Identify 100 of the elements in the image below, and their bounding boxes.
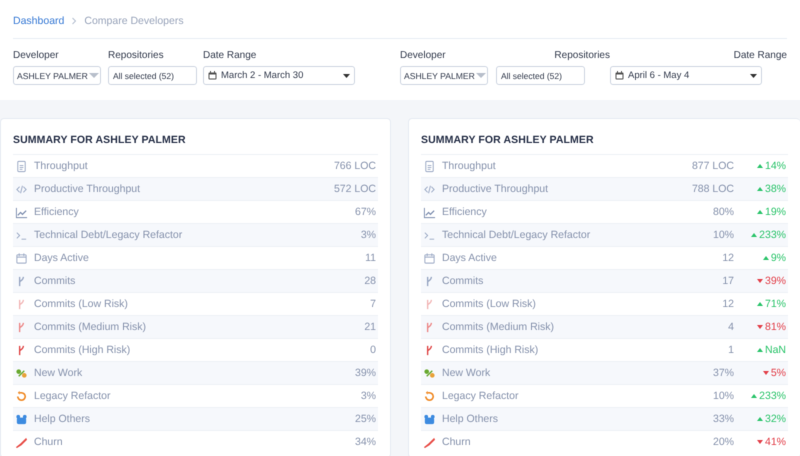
metric-value: 10% xyxy=(712,229,734,241)
metric-label: Throughput xyxy=(442,160,497,172)
chevron-icon xyxy=(70,16,78,24)
change-percent: 71% xyxy=(764,298,786,310)
metric-label: Commits xyxy=(34,275,76,287)
change-percent: 39% xyxy=(764,275,786,287)
metric-label: Commits (Low Risk) xyxy=(442,298,537,310)
summary-title: SUMMARY FOR ASHLEY PALMER xyxy=(13,133,187,148)
developer-select[interactable]: ASHLEY PALMER xyxy=(13,66,101,85)
metric-value: 766 LOC xyxy=(334,160,376,172)
metric-value: 33% xyxy=(712,413,734,425)
metric-value: 12 xyxy=(722,298,734,310)
change-percent: 233% xyxy=(759,229,786,241)
metric-value: 21 xyxy=(364,321,376,333)
metric-value: 11 xyxy=(365,252,376,264)
developer-select[interactable]: ASHLEY PALMER xyxy=(400,66,488,85)
metric-value: 39% xyxy=(354,367,376,379)
metric-label: Efficiency xyxy=(34,206,80,218)
metric-label: New Work xyxy=(442,367,492,379)
change-percent: 5% xyxy=(770,367,786,379)
change-percent: 14% xyxy=(764,160,786,172)
change-percent: 9% xyxy=(770,252,786,264)
metric-label: Days Active xyxy=(34,252,90,264)
metric-label: Productive Throughput xyxy=(442,183,550,195)
metric-label: Technical Debt/Legacy Refactor xyxy=(34,229,184,241)
metric-label: Throughput xyxy=(34,160,89,172)
metric-label: Legacy Refactor xyxy=(34,390,112,402)
metric-value: 25% xyxy=(354,413,376,425)
metric-value: 3% xyxy=(360,390,376,402)
metric-value: 572 LOC xyxy=(334,183,376,195)
calendar-icon xyxy=(615,71,624,80)
caret-icon xyxy=(750,74,757,78)
change-percent: 41% xyxy=(764,436,786,448)
change-percent: 233% xyxy=(759,390,786,402)
calendar-icon xyxy=(208,71,217,80)
code-icon xyxy=(15,182,28,196)
metric-value: 37% xyxy=(712,367,734,379)
caret-icon xyxy=(476,72,486,78)
filter-label: Date Range xyxy=(734,49,787,62)
metric-value: 67% xyxy=(354,206,376,218)
document-icon xyxy=(15,160,28,172)
breadcrumb-link[interactable]: Dashboard xyxy=(13,14,64,26)
calendar-icon xyxy=(15,252,28,264)
change-percent: 19% xyxy=(764,206,786,218)
metric-value: 1 xyxy=(728,344,734,356)
change-percent: 32% xyxy=(764,413,786,425)
metric-label: Commits (High Risk) xyxy=(442,344,540,356)
metric-label: Commits (Medium Risk) xyxy=(442,321,556,333)
metric-label: Days Active xyxy=(442,252,498,264)
metric-label: Churn xyxy=(34,436,64,448)
repositories-field[interactable]: All selected (52) xyxy=(496,66,585,85)
metric-value: 20% xyxy=(712,436,734,448)
filter-label: Repositories xyxy=(554,49,610,62)
metric-label: Commits (High Risk) xyxy=(34,344,132,356)
filter-label: Developer xyxy=(400,49,447,62)
people-icon xyxy=(423,412,436,426)
change-percent: NaN xyxy=(764,344,786,356)
line-chart-icon xyxy=(15,206,28,218)
metric-value: 12 xyxy=(722,252,734,264)
metric-label: Technical Debt/Legacy Refactor xyxy=(442,229,592,241)
filter-label: Date Range xyxy=(203,49,258,62)
refresh-icon xyxy=(15,390,28,402)
line-chart-icon xyxy=(423,206,436,218)
metric-label: Commits (Medium Risk) xyxy=(34,321,148,333)
metric-value: 10% xyxy=(712,390,734,402)
metric-label: Commits (Low Risk) xyxy=(34,298,129,310)
breadcrumb-current: Compare Developers xyxy=(84,14,184,26)
people-icon xyxy=(15,412,28,426)
metric-label: New Work xyxy=(34,367,84,379)
metric-value: 28 xyxy=(364,275,376,287)
repositories-field[interactable]: All selected (52) xyxy=(108,66,197,85)
metric-label: Productive Throughput xyxy=(34,183,142,195)
metric-value: 17 xyxy=(722,275,734,287)
filter-label: Repositories xyxy=(108,49,165,62)
date-range-select[interactable]: April 6 - May 4 xyxy=(610,66,762,85)
metric-label: Help Others xyxy=(442,413,500,425)
summary-title: SUMMARY FOR ASHLEY PALMER xyxy=(421,133,595,148)
change-percent: 81% xyxy=(764,321,786,333)
metric-label: Commits xyxy=(442,275,484,287)
metric-value: 7 xyxy=(370,298,376,310)
calendar-icon xyxy=(423,252,436,264)
metric-value: 0 xyxy=(370,344,376,356)
metric-label: Help Others xyxy=(34,413,92,425)
refresh-icon xyxy=(423,390,436,402)
filter-label: Developer xyxy=(13,49,60,62)
date-range-select[interactable]: March 2 - March 30 xyxy=(203,66,355,85)
caret-icon xyxy=(343,74,350,78)
metric-value: 4 xyxy=(728,321,734,333)
change-percent: 38% xyxy=(764,183,786,195)
metric-value: 80% xyxy=(712,206,734,218)
document-icon xyxy=(423,160,436,172)
metric-value: 3% xyxy=(360,229,376,241)
caret-icon xyxy=(88,72,99,78)
metric-label: Churn xyxy=(442,436,472,448)
metric-label: Legacy Refactor xyxy=(442,390,520,402)
metric-value: 877 LOC xyxy=(692,160,734,172)
metric-label: Efficiency xyxy=(442,206,488,218)
metric-value: 34% xyxy=(354,436,376,448)
code-icon xyxy=(423,182,436,196)
metric-value: 788 LOC xyxy=(692,183,734,195)
